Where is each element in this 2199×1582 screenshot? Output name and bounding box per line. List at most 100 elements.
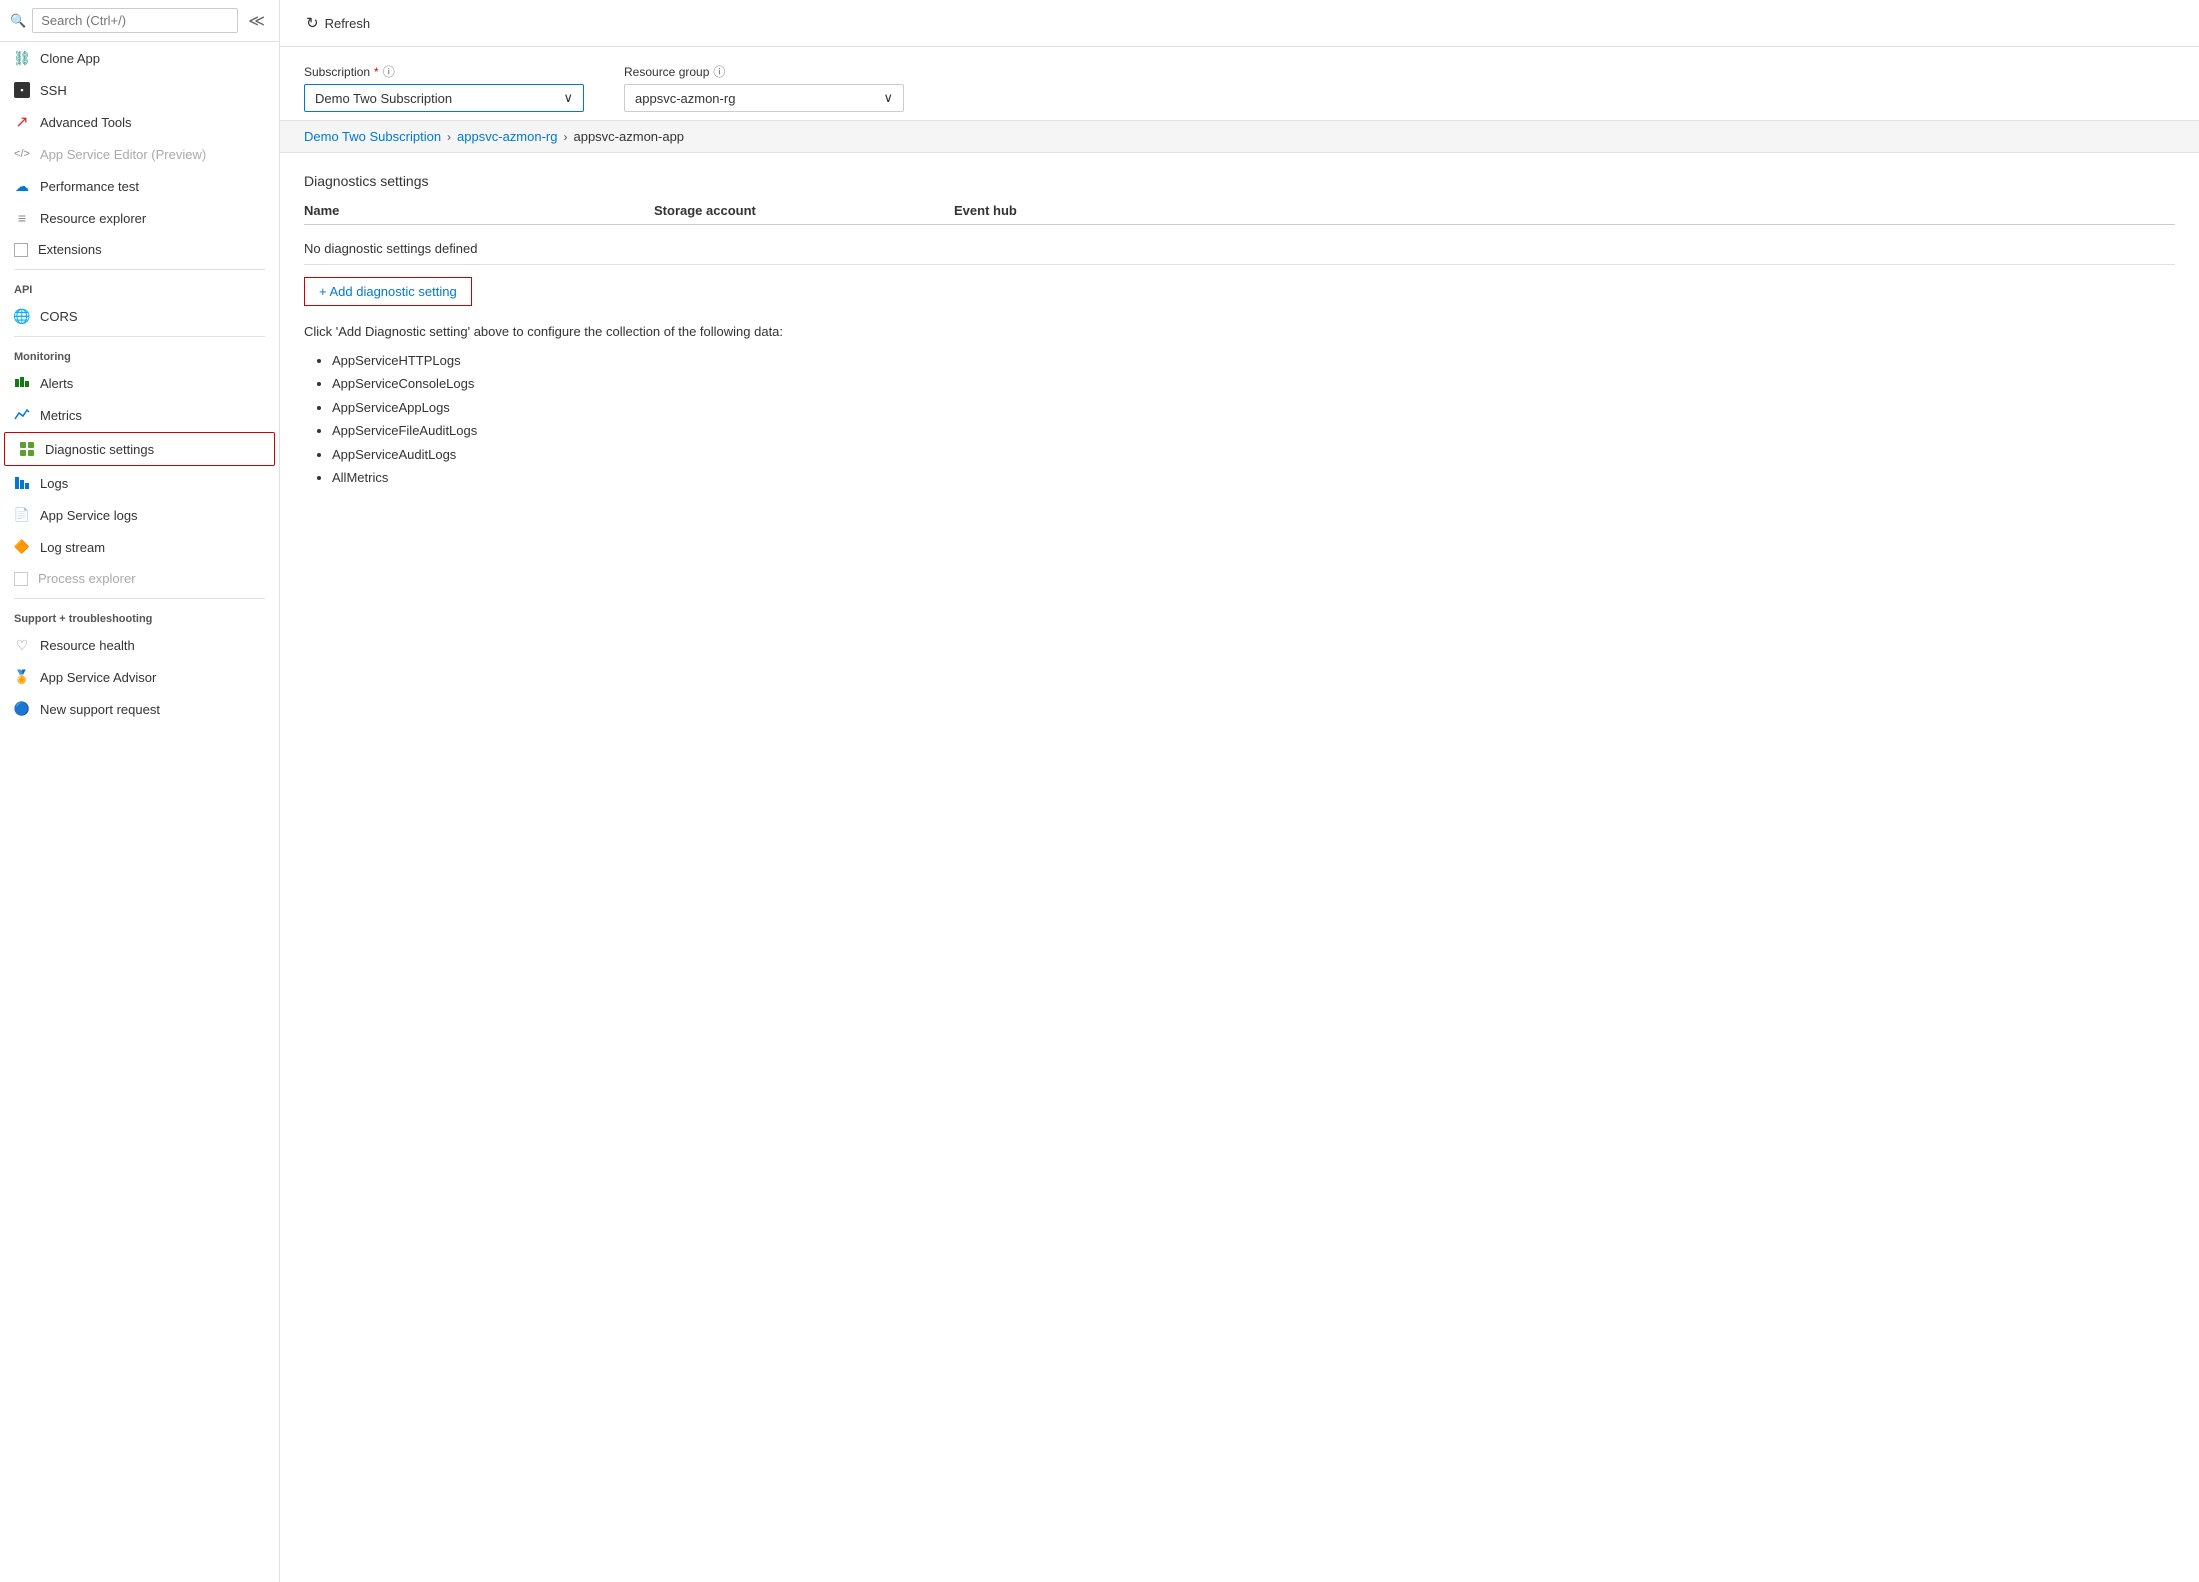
list-item: AppServiceAppLogs <box>332 396 2175 419</box>
resource-group-label: Resource group ⓘ <box>624 63 904 80</box>
resource-group-chevron-icon: ∨ <box>883 90 893 106</box>
subscription-required-star: * <box>374 65 379 79</box>
sidebar-label-clone-app: Clone App <box>40 51 100 66</box>
diagnostic-settings-icon <box>19 441 35 457</box>
breadcrumb-sep-2: › <box>563 130 567 144</box>
sidebar-nav: ⛓ Clone App ▪ SSH ↗ Advanced Tools </> A… <box>0 42 279 1582</box>
search-icon: 🔍 <box>10 13 26 29</box>
content-area: Subscription * ⓘ Demo Two Subscription ∨… <box>280 47 2199 1582</box>
resource-group-value: appsvc-azmon-rg <box>635 91 735 106</box>
sidebar-label-extensions: Extensions <box>38 242 102 257</box>
breadcrumb-resource-group[interactable]: appsvc-azmon-rg <box>457 129 557 144</box>
sidebar-item-app-service-logs[interactable]: 📄 App Service logs <box>0 499 279 531</box>
new-support-request-icon: 🔵 <box>14 701 30 717</box>
subscription-resource-group-row: Subscription * ⓘ Demo Two Subscription ∨… <box>280 47 2199 121</box>
sidebar-label-resource-explorer: Resource explorer <box>40 211 146 226</box>
subscription-label: Subscription * ⓘ <box>304 63 584 80</box>
add-diagnostic-setting-label: + Add diagnostic setting <box>319 284 457 299</box>
sidebar-item-logs[interactable]: Logs <box>0 467 279 499</box>
sidebar-label-diagnostic-settings: Diagnostic settings <box>45 442 154 457</box>
diagnostics-table-header: Name Storage account Event hub <box>304 203 2175 225</box>
sidebar-item-cors[interactable]: 🌐 CORS <box>0 300 279 332</box>
subscription-form-group: Subscription * ⓘ Demo Two Subscription ∨ <box>304 63 584 112</box>
section-label-support: Support + troubleshooting <box>0 603 279 629</box>
sidebar-label-log-stream: Log stream <box>40 540 105 555</box>
app-service-advisor-icon: 🏅 <box>14 669 30 685</box>
list-item: AllMetrics <box>332 466 2175 489</box>
advanced-tools-icon: ↗ <box>14 114 30 130</box>
sidebar-label-app-service-advisor: App Service Advisor <box>40 670 156 685</box>
breadcrumb-subscription[interactable]: Demo Two Subscription <box>304 129 441 144</box>
refresh-label: Refresh <box>325 16 371 31</box>
sidebar-item-app-service-editor: </> App Service Editor (Preview) <box>0 138 279 170</box>
sidebar-item-alerts[interactable]: Alerts <box>0 367 279 399</box>
sidebar-label-resource-health: Resource health <box>40 638 135 653</box>
section-label-api: API <box>0 274 279 300</box>
sidebar-label-process-explorer: Process explorer <box>38 571 136 586</box>
api-divider <box>14 269 265 270</box>
sidebar-label-ssh: SSH <box>40 83 67 98</box>
breadcrumb: Demo Two Subscription › appsvc-azmon-rg … <box>280 121 2199 153</box>
sidebar-item-process-explorer: Process explorer <box>0 563 279 594</box>
list-item: AppServiceAuditLogs <box>332 443 2175 466</box>
sidebar-item-extensions[interactable]: Extensions <box>0 234 279 265</box>
sidebar-item-log-stream[interactable]: 🔶 Log stream <box>0 531 279 563</box>
diagnostics-title: Diagnostics settings <box>304 173 2175 189</box>
list-item: AppServiceHTTPLogs <box>332 349 2175 372</box>
sidebar-label-logs: Logs <box>40 476 68 491</box>
logs-icon <box>14 475 30 491</box>
diagnostics-panel: Diagnostics settings Name Storage accoun… <box>280 153 2199 509</box>
process-explorer-icon <box>14 572 28 586</box>
main-content: ↻ Refresh Subscription * ⓘ Demo Two Subs… <box>280 0 2199 1582</box>
sidebar-item-diagnostic-settings[interactable]: Diagnostic settings <box>4 432 275 466</box>
log-stream-icon: 🔶 <box>14 539 30 555</box>
col-storage-account: Storage account <box>654 203 954 218</box>
subscription-chevron-icon: ∨ <box>563 90 573 106</box>
breadcrumb-resource: appsvc-azmon-app <box>573 129 684 144</box>
app-service-logs-icon: 📄 <box>14 507 30 523</box>
col-name: Name <box>304 203 654 218</box>
sidebar-item-performance-test[interactable]: ☁ Performance test <box>0 170 279 202</box>
sidebar-collapse-button[interactable]: ≪ <box>244 9 269 33</box>
list-item: AppServiceFileAuditLogs <box>332 419 2175 442</box>
diagnostics-info-text: Click 'Add Diagnostic setting' above to … <box>304 324 2175 339</box>
breadcrumb-sep-1: › <box>447 130 451 144</box>
sidebar-item-ssh[interactable]: ▪ SSH <box>0 74 279 106</box>
search-input[interactable] <box>32 8 238 33</box>
cors-icon: 🌐 <box>14 308 30 324</box>
performance-test-icon: ☁ <box>14 178 30 194</box>
resource-group-select[interactable]: appsvc-azmon-rg ∨ <box>624 84 904 112</box>
sidebar-item-advanced-tools[interactable]: ↗ Advanced Tools <box>0 106 279 138</box>
app-service-editor-icon: </> <box>14 146 30 162</box>
subscription-info-icon: ⓘ <box>383 63 395 80</box>
sidebar: 🔍 ≪ ⛓ Clone App ▪ SSH ↗ Advanced Tools <… <box>0 0 280 1582</box>
col-event-hub: Event hub <box>954 203 1154 218</box>
resource-group-info-icon: ⓘ <box>713 63 725 80</box>
sidebar-label-alerts: Alerts <box>40 376 73 391</box>
metrics-icon <box>14 407 30 423</box>
sidebar-label-metrics: Metrics <box>40 408 82 423</box>
subscription-select[interactable]: Demo Two Subscription ∨ <box>304 84 584 112</box>
monitoring-divider <box>14 336 265 337</box>
sidebar-label-performance-test: Performance test <box>40 179 139 194</box>
resource-group-form-group: Resource group ⓘ appsvc-azmon-rg ∨ <box>624 63 904 112</box>
extensions-icon <box>14 243 28 257</box>
support-divider <box>14 598 265 599</box>
alerts-icon <box>14 375 30 391</box>
sidebar-label-cors: CORS <box>40 309 78 324</box>
sidebar-item-resource-health[interactable]: ♡ Resource health <box>0 629 279 661</box>
list-item: AppServiceConsoleLogs <box>332 372 2175 395</box>
refresh-button[interactable]: ↻ Refresh <box>300 10 376 36</box>
sidebar-item-clone-app[interactable]: ⛓ Clone App <box>0 42 279 74</box>
sidebar-item-resource-explorer[interactable]: ≡ Resource explorer <box>0 202 279 234</box>
sidebar-item-metrics[interactable]: Metrics <box>0 399 279 431</box>
sidebar-search-bar: 🔍 ≪ <box>0 0 279 42</box>
section-label-monitoring: Monitoring <box>0 341 279 367</box>
sidebar-label-app-service-logs: App Service logs <box>40 508 138 523</box>
subscription-value: Demo Two Subscription <box>315 91 452 106</box>
resource-health-icon: ♡ <box>14 637 30 653</box>
sidebar-item-app-service-advisor[interactable]: 🏅 App Service Advisor <box>0 661 279 693</box>
add-diagnostic-setting-button[interactable]: + Add diagnostic setting <box>304 277 472 306</box>
sidebar-item-new-support-request[interactable]: 🔵 New support request <box>0 693 279 725</box>
clone-app-icon: ⛓ <box>14 50 30 66</box>
